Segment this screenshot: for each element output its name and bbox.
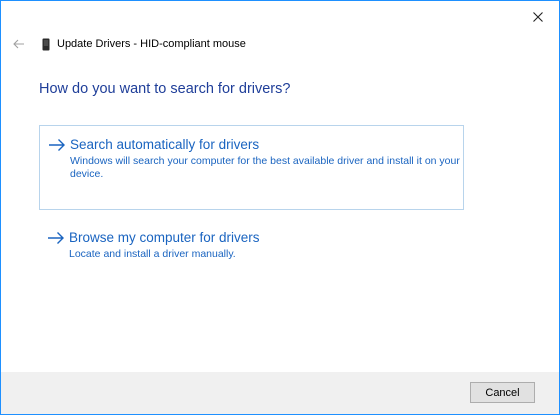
- option-description: Locate and install a driver manually.: [69, 248, 236, 260]
- option-title: Search automatically for drivers: [70, 137, 260, 152]
- search-automatically-option[interactable]: Search automatically for drivers Windows…: [39, 125, 464, 210]
- footer-bar: Cancel: [1, 372, 559, 414]
- header-title: Update Drivers - HID-compliant mouse: [57, 38, 246, 50]
- browse-computer-option[interactable]: Browse my computer for drivers Locate an…: [39, 219, 464, 271]
- device-icon: [41, 37, 51, 51]
- right-arrow-icon: [49, 139, 65, 151]
- right-arrow-icon: [48, 232, 64, 244]
- close-icon: [533, 12, 543, 22]
- option-description: Windows will search your computer for th…: [70, 155, 460, 180]
- page-question: How do you want to search for drivers?: [39, 81, 291, 97]
- update-drivers-window: Update Drivers - HID-compliant mouse How…: [0, 0, 560, 415]
- option-title: Browse my computer for drivers: [69, 230, 260, 245]
- back-arrow-icon: [13, 39, 24, 49]
- cancel-button[interactable]: Cancel: [470, 382, 535, 403]
- back-button[interactable]: [9, 34, 29, 54]
- header-row: Update Drivers - HID-compliant mouse: [1, 31, 559, 57]
- close-button[interactable]: [523, 4, 553, 30]
